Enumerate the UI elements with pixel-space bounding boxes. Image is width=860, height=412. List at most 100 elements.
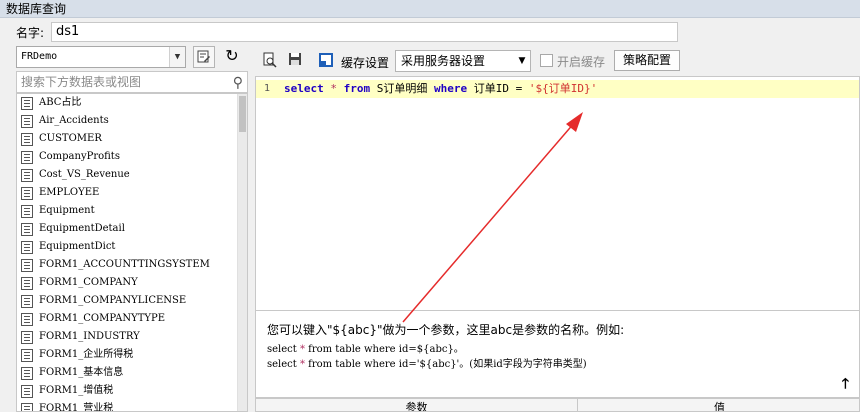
enable-cache-checkbox[interactable] — [540, 54, 553, 67]
parameter-table-header: 参数 值 — [255, 398, 860, 412]
hint-example-1: select * from table where id=${abc}。 — [267, 340, 464, 355]
table-icon — [21, 349, 33, 362]
table-list-item[interactable]: FORM1_ACCOUNTTINGSYSTEM — [17, 256, 247, 274]
hint-ex2-post: from table where id='${abc}'。(如果id字段为字符串… — [304, 359, 587, 370]
save-icon[interactable] — [286, 52, 304, 70]
parameter-hint: 您可以键入"${abc}"做为一个参数，这里abc是参数的名称。例如: sele… — [255, 311, 860, 398]
table-icon — [21, 169, 33, 182]
hint-ex1-pre: select — [267, 344, 300, 355]
table-list-item[interactable]: EquipmentDetail — [17, 220, 247, 238]
table-icon — [21, 133, 33, 146]
table-list-item[interactable]: Cost_VS_Revenue — [17, 166, 247, 184]
table-name: EMPLOYEE — [39, 187, 100, 198]
table-list-item[interactable]: EquipmentDict — [17, 238, 247, 256]
table-list-item[interactable]: FORM1_营业税 — [17, 400, 247, 411]
enable-cache-label: 开启缓存 — [557, 55, 606, 69]
edit-connection-button[interactable] — [193, 46, 215, 68]
hint-example-2: select * from table where id='${abc}'。(如… — [267, 355, 587, 370]
cache-mode-select[interactable]: 采用服务器设置 ▼ — [395, 50, 531, 72]
connection-select[interactable]: FRDemo ▼ — [16, 46, 186, 68]
table-icon — [21, 223, 33, 236]
name-row: 名字: ds1 — [0, 18, 860, 46]
refresh-icon[interactable]: ↻ — [221, 46, 243, 68]
sql-keyword: from — [343, 82, 371, 95]
table-name: FORM1_ACCOUNTTINGSYSTEM — [39, 259, 210, 270]
table-icon — [21, 97, 33, 110]
table-icon — [21, 115, 33, 128]
sql-parameter: '${订单ID}' — [528, 82, 598, 95]
name-label: 名字: — [16, 26, 45, 40]
chevron-down-icon[interactable]: ▼ — [514, 51, 530, 71]
table-icon — [21, 259, 33, 272]
search-icon[interactable]: ⚲ — [233, 73, 243, 93]
sql-line[interactable]: 1 select * from S订单明细 where 订单ID = '${订单… — [256, 80, 859, 98]
scroll-thumb[interactable] — [239, 96, 246, 132]
line-number: 1 — [264, 83, 271, 94]
hint-text: 您可以键入"${abc}"做为一个参数，这里abc是参数的名称。例如: — [267, 323, 625, 337]
table-list-item[interactable]: CUSTOMER — [17, 130, 247, 148]
cache-settings-label: 缓存设置 — [341, 56, 390, 70]
sql-field: 订单ID — [473, 82, 509, 95]
table-list-item[interactable]: FORM1_COMPANYLICENSE — [17, 292, 247, 310]
sql-keyword: where — [434, 82, 468, 95]
table-name: Equipment — [39, 205, 95, 216]
param-column-header[interactable]: 参数 — [256, 399, 578, 411]
edit-connection-icon — [197, 50, 210, 63]
name-input[interactable]: ds1 — [51, 22, 678, 42]
value-column-header[interactable]: 值 — [578, 399, 859, 411]
table-list-item[interactable]: FORM1_基本信息 — [17, 364, 247, 382]
table-list-item[interactable]: ABC占比 — [17, 94, 247, 112]
hint-ex1-post: from table where id=${abc}。 — [304, 344, 464, 355]
sql-operator: = — [515, 82, 523, 95]
preview-icon[interactable] — [261, 52, 279, 70]
table-list-item[interactable]: FORM1_INDUSTRY — [17, 328, 247, 346]
table-icon — [21, 385, 33, 398]
cache-icon — [317, 52, 335, 70]
table-list-item[interactable]: Air_Accidents — [17, 112, 247, 130]
table-name: EquipmentDetail — [39, 223, 125, 234]
table-list-item[interactable]: EMPLOYEE — [17, 184, 247, 202]
sql-code[interactable]: select * from S订单明细 where 订单ID = '${订单ID… — [284, 80, 597, 98]
table-name: FORM1_COMPANYLICENSE — [39, 295, 187, 306]
table-icon — [21, 205, 33, 218]
table-name: FORM1_COMPANYTYPE — [39, 313, 166, 324]
table-name: CompanyProfits — [39, 151, 120, 162]
arrow-up-icon[interactable]: 🡑 — [842, 373, 849, 397]
hint-ex2-pre: select — [267, 359, 300, 370]
table-icon — [21, 187, 33, 200]
sql-table: S订单明细 — [376, 82, 428, 95]
query-toolbar: 缓存设置 采用服务器设置 ▼ 开启缓存 策略配置 — [255, 46, 860, 76]
table-list-item[interactable]: FORM1_COMPANY — [17, 274, 247, 292]
table-list-item[interactable]: FORM1_企业所得税 — [17, 346, 247, 364]
table-name: Air_Accidents — [39, 115, 109, 126]
table-name: CUSTOMER — [39, 133, 102, 144]
table-name: FORM1_增值税 — [39, 385, 114, 396]
search-placeholder: 搜索下方数据表或视图 — [21, 75, 142, 89]
table-name: FORM1_COMPANY — [39, 277, 138, 288]
table-name: ABC占比 — [39, 97, 82, 108]
table-icon — [21, 331, 33, 344]
connection-value: FRDemo — [21, 51, 58, 62]
table-list-item[interactable]: FORM1_COMPANYTYPE — [17, 310, 247, 328]
table-icon — [21, 367, 33, 380]
cache-mode-value: 采用服务器设置 — [401, 54, 486, 68]
sql-keyword: select — [284, 82, 324, 95]
query-panel: 缓存设置 采用服务器设置 ▼ 开启缓存 策略配置 1 select * from… — [255, 46, 860, 412]
table-list-scrollbar[interactable] — [237, 94, 247, 411]
chevron-down-icon[interactable]: ▼ — [169, 47, 185, 67]
window-title: 数据库查询 — [0, 0, 860, 18]
table-list-item[interactable]: Equipment — [17, 202, 247, 220]
table-browser: FRDemo ▼ ↻ 搜索下方数据表或视图 ⚲ ABC占比 Air_Acciden… — [16, 46, 250, 412]
table-name: FORM1_基本信息 — [39, 367, 124, 378]
table-name: FORM1_INDUSTRY — [39, 331, 140, 342]
table-name: EquipmentDict — [39, 241, 116, 252]
table-search-input[interactable]: 搜索下方数据表或视图 ⚲ — [16, 71, 248, 93]
strategy-config-button[interactable]: 策略配置 — [614, 50, 680, 71]
table-list-item[interactable]: FORM1_增值税 — [17, 382, 247, 400]
sql-operator: * — [330, 82, 337, 95]
table-icon — [21, 295, 33, 308]
table-list-item[interactable]: CompanyProfits — [17, 148, 247, 166]
table-list: ABC占比 Air_Accidents CUSTOMER CompanyProfits… — [16, 93, 248, 412]
table-icon — [21, 313, 33, 326]
sql-editor[interactable]: 1 select * from S订单明细 where 订单ID = '${订单… — [255, 76, 860, 311]
